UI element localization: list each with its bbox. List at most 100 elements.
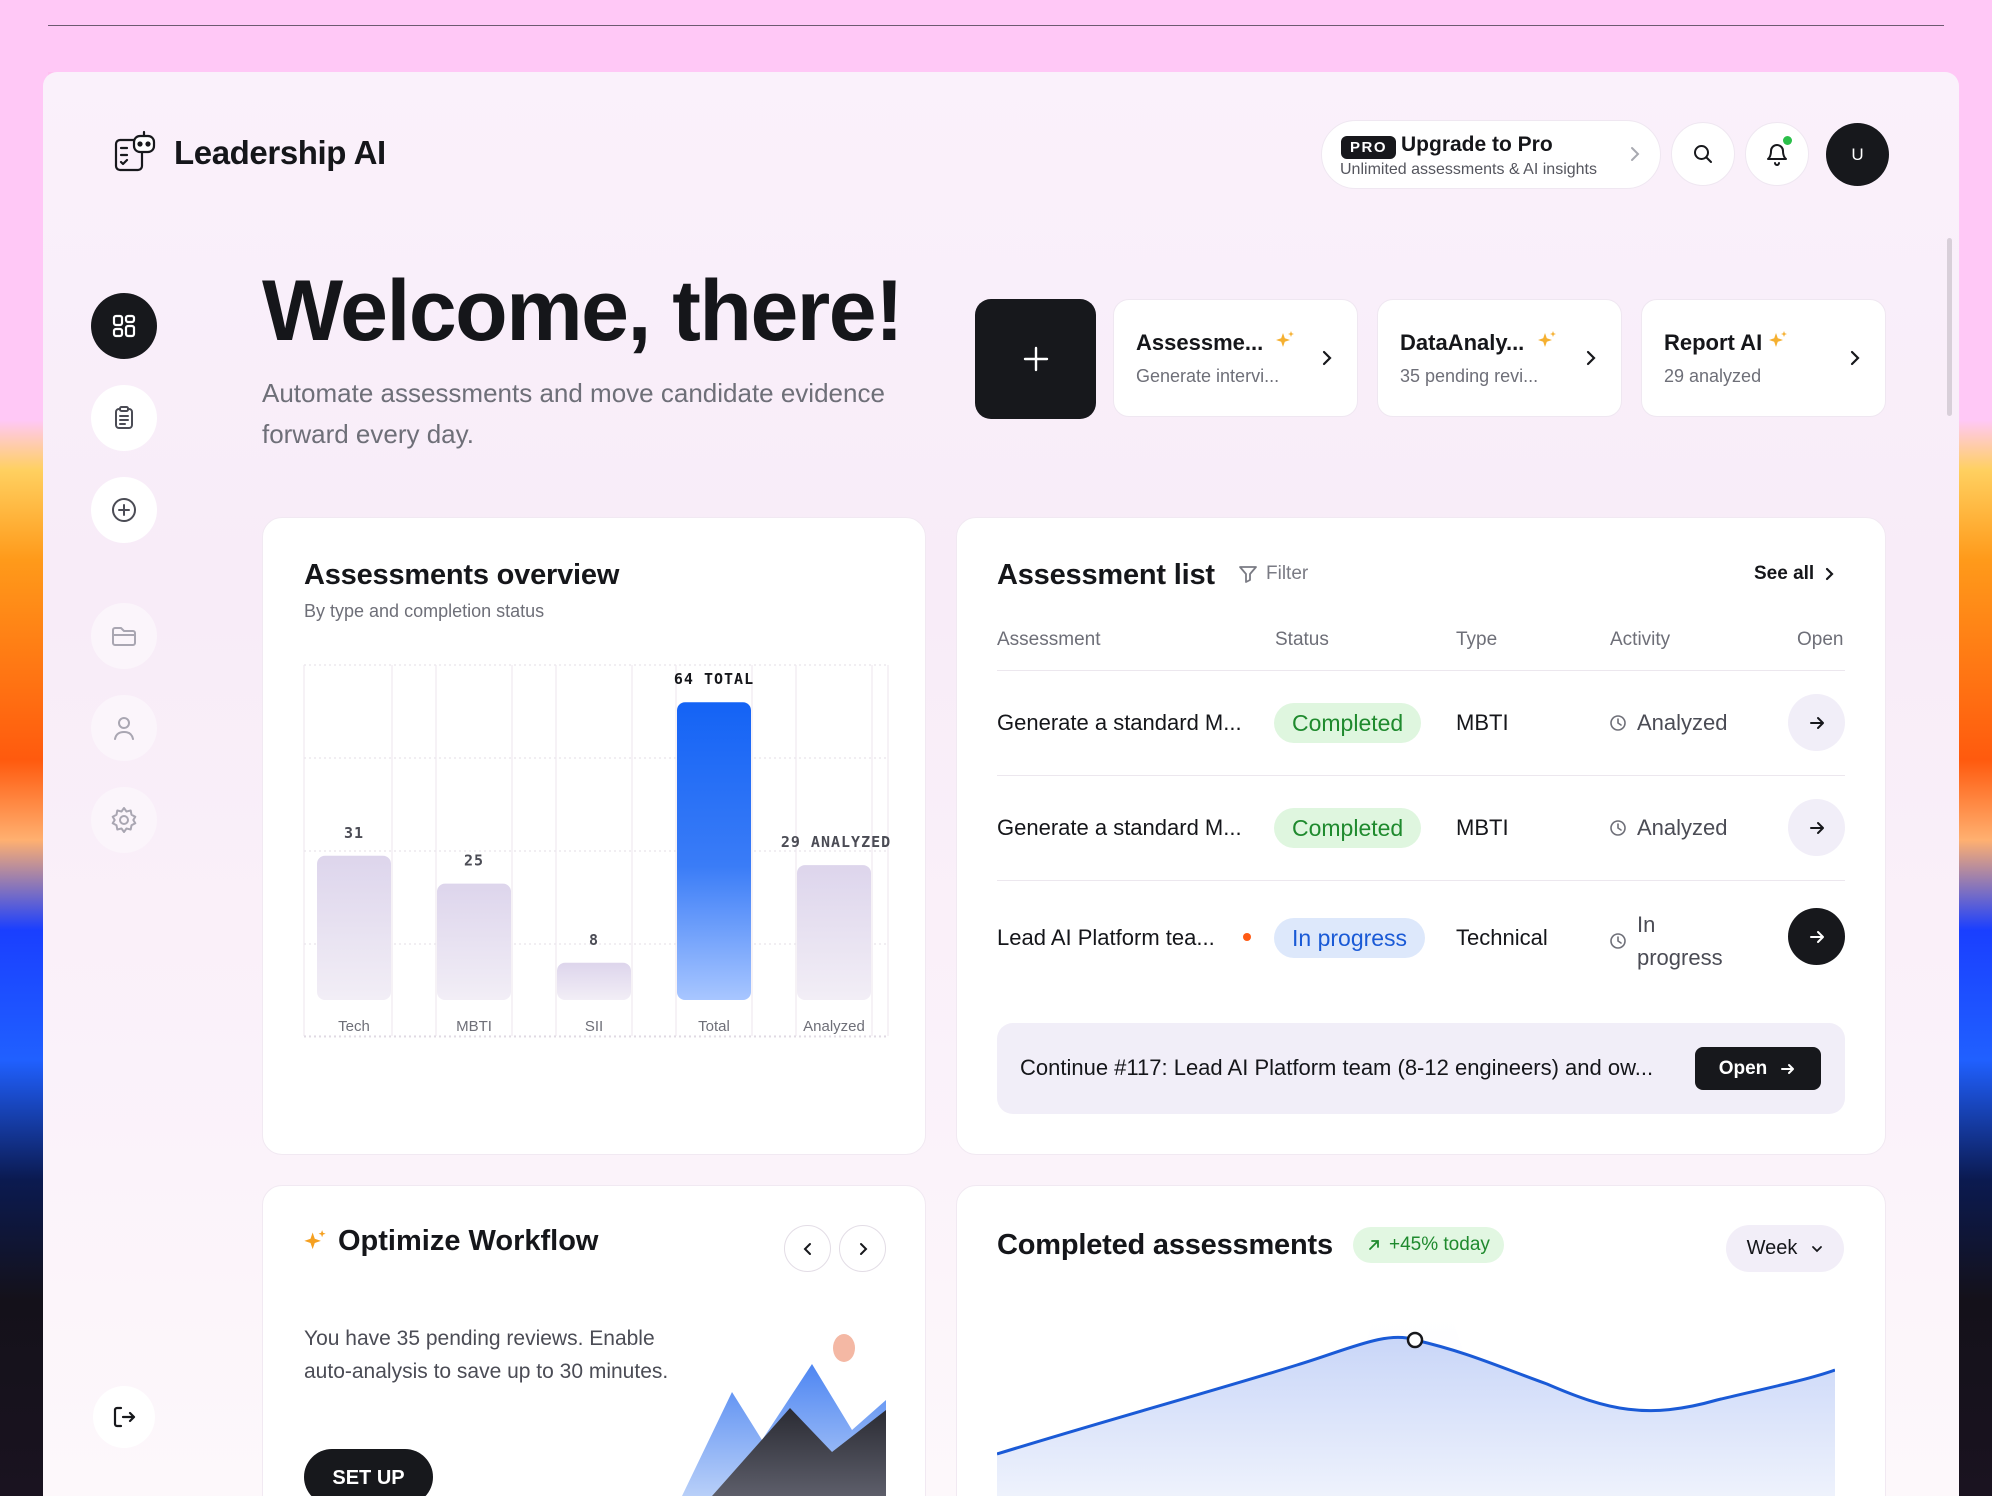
filter-label: Filter <box>1266 563 1309 584</box>
chevron-down-icon <box>1812 1245 1823 1252</box>
row-activity: Analyzed <box>1609 710 1728 736</box>
desktop-top-strip <box>0 0 1992 72</box>
sidebar-item-settings[interactable] <box>91 787 157 853</box>
optimize-text: You have 35 pending reviews. Enable auto… <box>304 1327 669 1383</box>
settings-icon <box>111 807 137 833</box>
page-subtitle: Automate assessments and move candidate … <box>262 378 885 449</box>
clock-icon <box>1610 820 1626 836</box>
chart-value-label: 8 <box>589 931 599 949</box>
tool-title: Report AI <box>1664 330 1763 355</box>
chevron-right-icon <box>1322 350 1332 366</box>
dashboard-icon <box>112 314 136 338</box>
app-logo[interactable]: Leadership AI <box>112 130 386 176</box>
tool-card-report-ai[interactable]: Report AI 29 analyzed <box>1641 299 1886 417</box>
open-row-button[interactable] <box>1788 799 1845 856</box>
sparkle-icon <box>1769 331 1787 347</box>
notifications-button[interactable] <box>1745 122 1809 186</box>
sidebar-item-profile[interactable] <box>91 695 157 761</box>
clipboard-icon <box>115 406 133 429</box>
app-name: Leadership AI <box>174 134 386 171</box>
robot-logo-icon <box>114 130 156 172</box>
row-type: MBTI <box>1456 710 1509 735</box>
row-assessment-name[interactable]: Generate a standard M... <box>997 815 1242 841</box>
sparkle-icon <box>1538 331 1556 347</box>
status-badge: Completed <box>1274 703 1422 743</box>
continue-text: Continue #117: Lead AI Platform team (8-… <box>1020 1055 1654 1080</box>
setup-button[interactable]: SET UP <box>304 1449 433 1496</box>
chart-value-label: 25 <box>464 852 484 870</box>
sparkle-icon <box>304 1230 326 1250</box>
plus-circle-icon <box>112 498 136 522</box>
new-assessment-button[interactable] <box>975 299 1096 419</box>
sidebar-item-assessments[interactable] <box>91 385 157 451</box>
row-activity-label: Analyzed <box>1637 815 1728 840</box>
pro-badge: PRO <box>1341 136 1397 159</box>
chart-bar-sii <box>557 962 631 1000</box>
continue-banner: Continue #117: Lead AI Platform team (8-… <box>997 1023 1845 1114</box>
continue-open-label: Open <box>1718 1057 1768 1079</box>
column-header-status: Status <box>1275 629 1329 650</box>
tool-card-data-analysis[interactable]: DataAnaly... 35 pending revi... <box>1377 299 1622 417</box>
sidebar-item-files[interactable] <box>91 603 157 669</box>
row-activity: Analyzed <box>1609 815 1728 841</box>
clock-icon <box>1610 933 1626 949</box>
logout-icon <box>113 1406 136 1428</box>
mountains-illustration <box>682 1334 886 1496</box>
see-all-link[interactable]: See all <box>1754 563 1836 585</box>
search-icon <box>1694 145 1712 163</box>
row-assessment-name[interactable]: Generate a standard M... <box>997 710 1242 736</box>
chevron-right-icon <box>1586 350 1596 366</box>
row-divider <box>997 880 1845 881</box>
arrow-right-icon <box>1809 821 1824 834</box>
sidebar-item-dashboard[interactable] <box>91 293 157 359</box>
column-header-type: Type <box>1456 629 1498 650</box>
chevron-right-icon <box>1850 350 1860 366</box>
open-row-button[interactable] <box>1788 694 1845 751</box>
row-assessment-name[interactable]: Lead AI Platform tea... <box>997 925 1215 951</box>
overview-bar-chart: 31 Tech 25 MBTI 8 SII 64 TOTAL Total 29 ANALYZED… <box>303 664 890 1038</box>
growth-badge-label: +45% today <box>1389 1234 1490 1255</box>
next-button[interactable] <box>839 1225 886 1272</box>
open-row-button[interactable] <box>1788 908 1845 965</box>
sidebar-item-create[interactable] <box>91 477 157 543</box>
bell-icon <box>1767 144 1787 166</box>
search-button[interactable] <box>1671 122 1735 186</box>
row-activity: In progress <box>1609 908 1723 974</box>
previous-button[interactable] <box>784 1225 831 1272</box>
tool-subtitle: Generate intervi... <box>1136 366 1280 386</box>
avatar[interactable]: U <box>1826 123 1889 186</box>
row-activity-label: Analyzed <box>1637 710 1728 735</box>
row-divider <box>997 775 1845 776</box>
notification-dot <box>1783 136 1792 145</box>
growth-badge: +45% today <box>1353 1227 1504 1263</box>
status-badge: Completed <box>1274 808 1422 848</box>
sparkle-icon <box>1276 331 1294 347</box>
logout-button[interactable] <box>93 1386 155 1448</box>
chart-value-label: 64 TOTAL <box>674 670 754 688</box>
period-select[interactable]: Week <box>1726 1225 1844 1272</box>
row-activity-label: In progress <box>1637 908 1723 974</box>
trend-up-icon <box>1369 1240 1379 1250</box>
completed-line-chart <box>997 1300 1835 1496</box>
upgrade-to-pro-button[interactable]: PRO Upgrade to Pro Unlimited assessments… <box>1321 120 1661 189</box>
overview-title: Assessments overview <box>304 559 620 591</box>
chart-category-label: SII <box>585 1018 603 1035</box>
tool-title: Assessme... <box>1136 330 1264 355</box>
page-title: Welcome, there! <box>262 263 904 359</box>
tool-subtitle: 35 pending revi... <box>1400 366 1539 386</box>
continue-open-button[interactable]: Open <box>1695 1047 1821 1090</box>
chart-bar-total <box>677 702 751 1000</box>
row-type: Technical <box>1456 925 1548 950</box>
filter-button[interactable]: Filter <box>1238 563 1308 585</box>
column-header-activity: Activity <box>1610 629 1671 650</box>
row-activity-line1: In <box>1637 912 1656 937</box>
chart-category-label: Analyzed <box>803 1018 865 1035</box>
user-icon <box>114 717 134 740</box>
period-select-value: Week <box>1746 1237 1798 1259</box>
scrollbar[interactable] <box>1947 238 1952 416</box>
overview-subtitle: By type and completion status <box>304 601 545 621</box>
row-type: MBTI <box>1456 815 1509 840</box>
chevron-right-icon <box>1631 147 1640 161</box>
tool-title: DataAnaly... <box>1400 330 1525 355</box>
tool-card-assessment[interactable]: Assessme... Generate intervi... <box>1113 299 1358 417</box>
